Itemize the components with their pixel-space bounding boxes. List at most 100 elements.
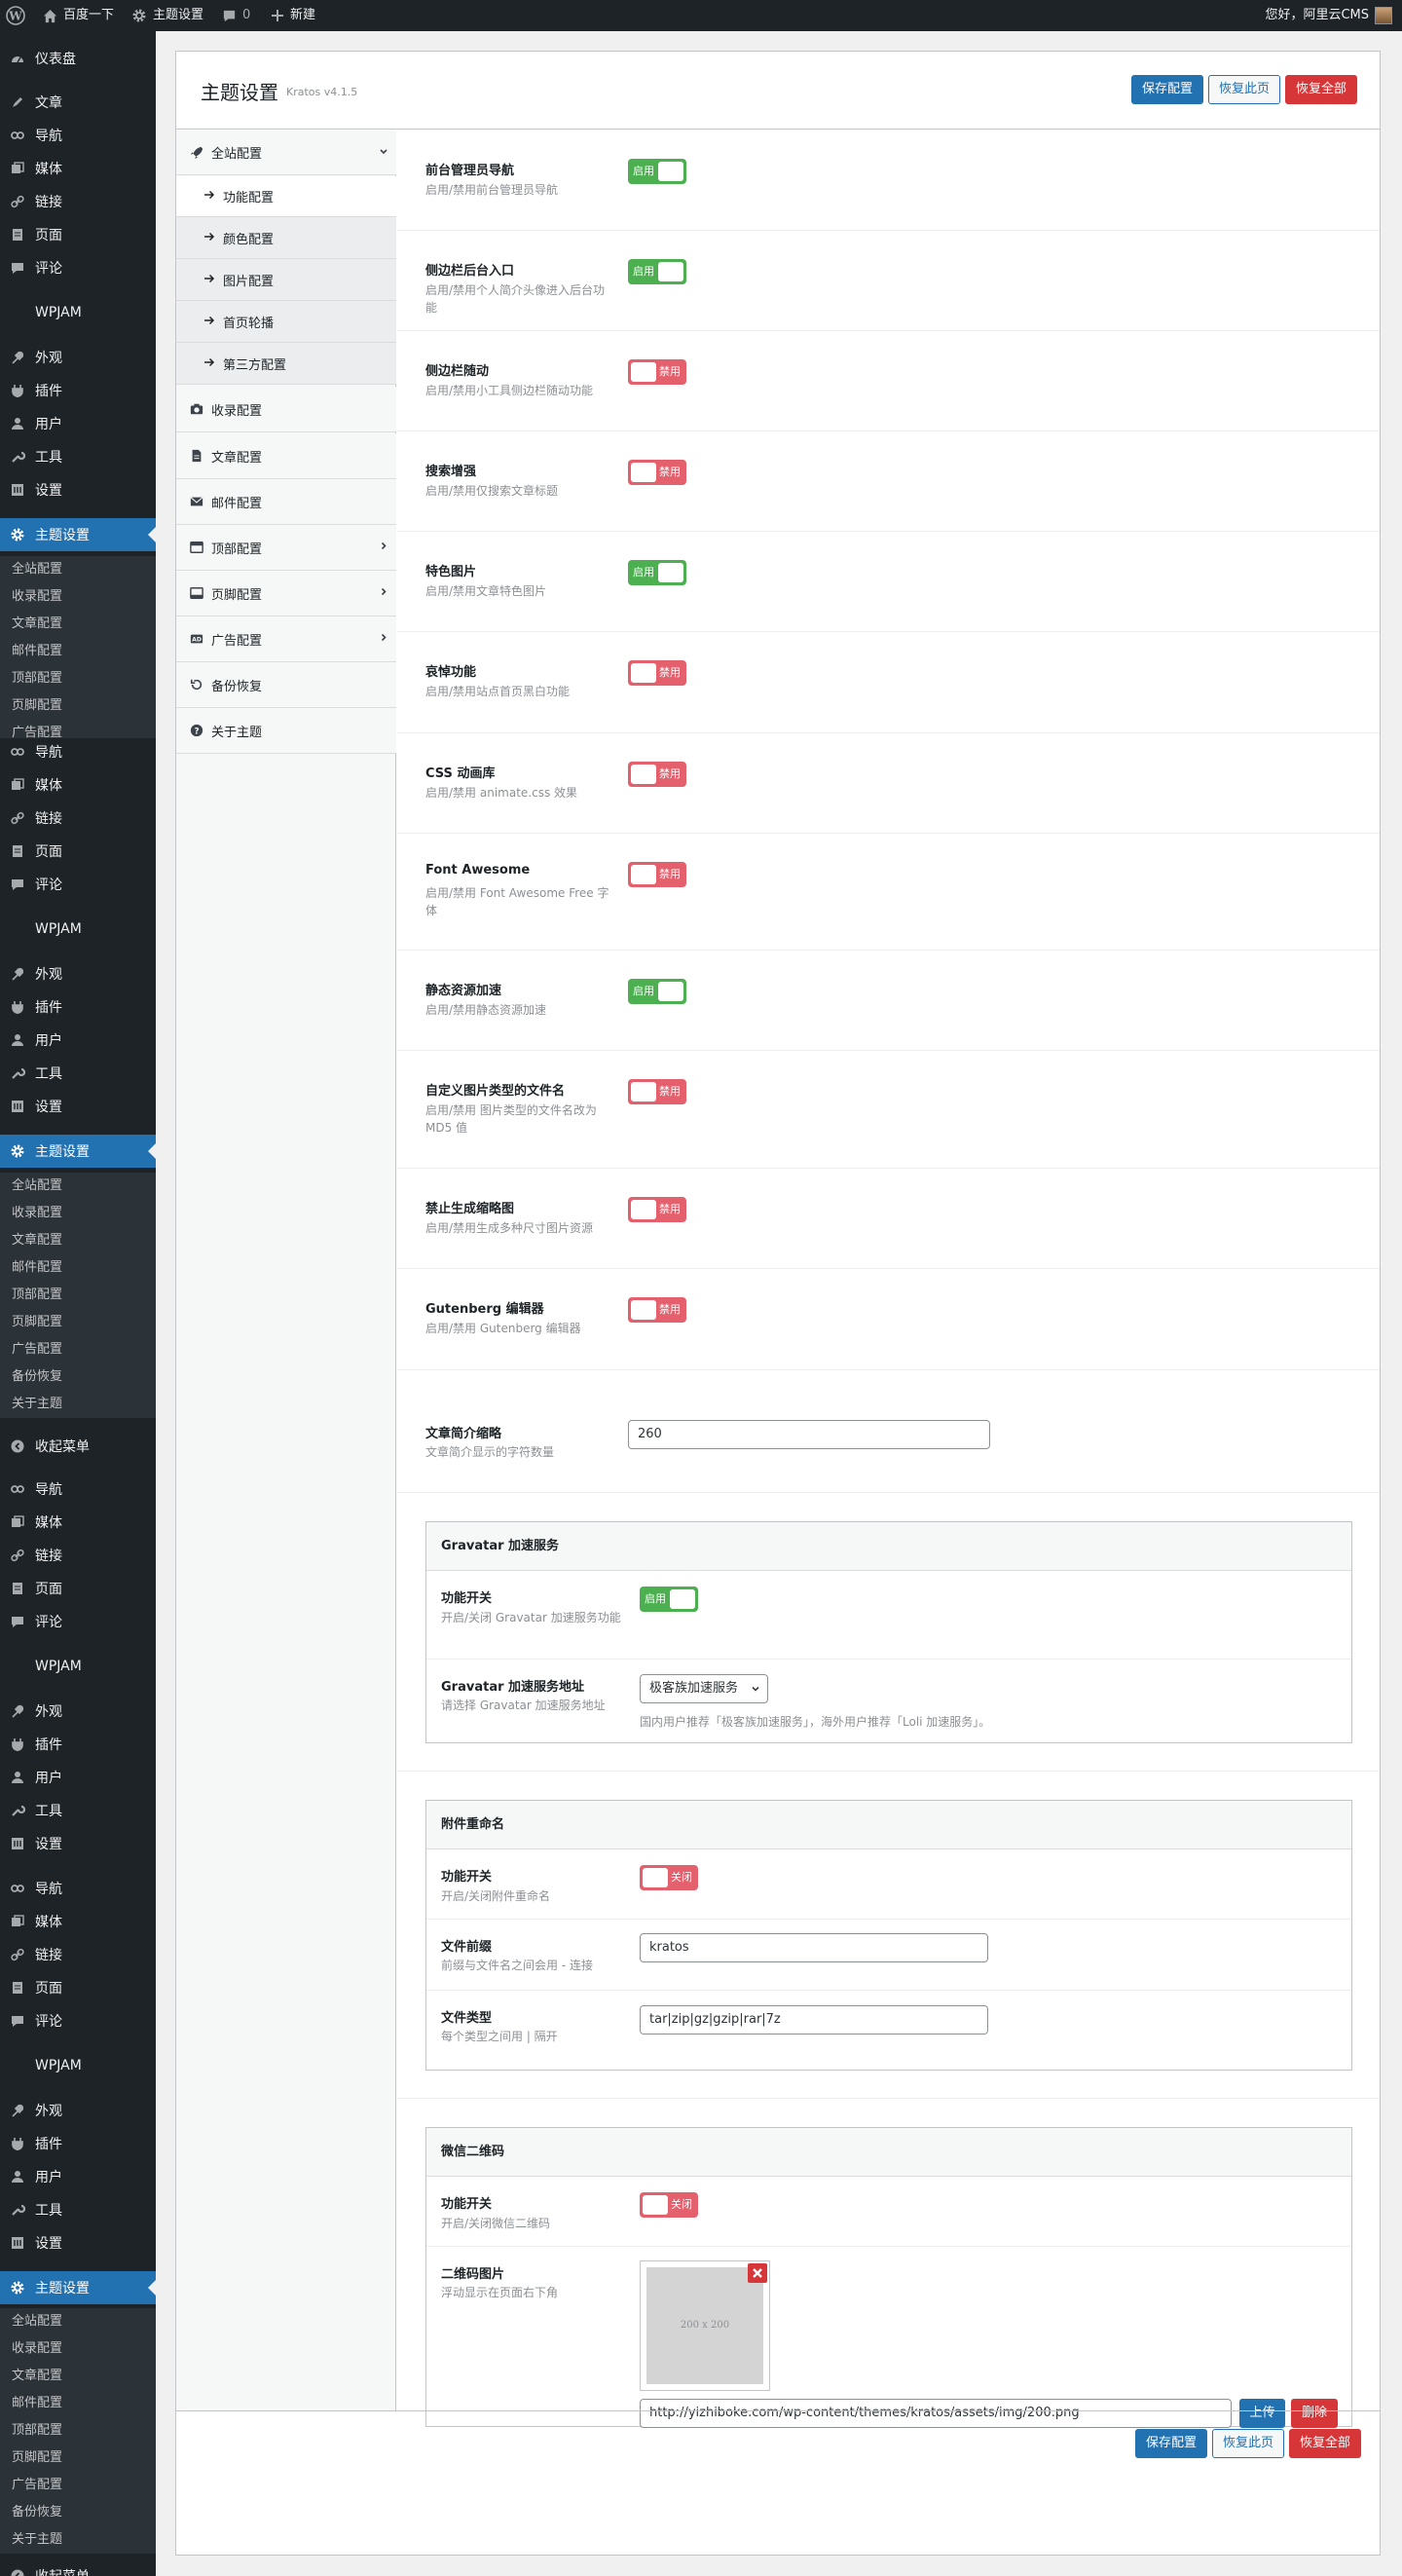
submenu-item[interactable]: 全站配置 [0, 1173, 156, 1200]
submenu-item[interactable]: 文章配置 [0, 1227, 156, 1254]
submenu-item[interactable]: 备份恢复 [0, 1363, 156, 1391]
sidebar-item-gear[interactable]: 主题设置 [0, 2271, 156, 2304]
sidebar-item-plugin[interactable]: 插件 [0, 2127, 156, 2160]
sidebar-item-settings[interactable]: 设置 [0, 473, 156, 506]
submenu-item[interactable]: 收录配置 [0, 2335, 156, 2363]
sidebar-item-link[interactable]: 链接 [0, 185, 156, 218]
submenu-item[interactable]: 邮件配置 [0, 638, 156, 665]
sidebar-item-wpjam[interactable]: WPJAM [0, 913, 156, 946]
nav-item-file[interactable]: 文章配置 [176, 433, 396, 479]
submenu-item[interactable]: 顶部配置 [0, 1282, 156, 1309]
rename-toggle[interactable]: 关闭 [640, 1865, 698, 1890]
submenu-item[interactable]: 顶部配置 [0, 2417, 156, 2445]
footer-reset-all-button[interactable]: 恢复全部 [1289, 2429, 1361, 2458]
setting-toggle[interactable]: 启用 [628, 259, 686, 284]
setting-toggle[interactable]: 禁用 [628, 660, 686, 686]
nav-item-camera[interactable]: 收录配置 [176, 387, 396, 432]
sidebar-item-wpjam[interactable]: WPJAM [0, 1650, 156, 1683]
submenu-item[interactable]: 收录配置 [0, 1200, 156, 1227]
sidebar-item-user[interactable]: 用户 [0, 407, 156, 440]
setting-toggle[interactable]: 启用 [628, 159, 686, 184]
sidebar-item-collapse[interactable]: 收起菜单 [0, 1430, 156, 1463]
nav-item-window[interactable]: 顶部配置 [176, 525, 396, 571]
submenu-item[interactable]: 全站配置 [0, 2308, 156, 2335]
sidebar-item-link[interactable]: 链接 [0, 1938, 156, 1971]
setting-toggle[interactable]: 禁用 [628, 359, 686, 385]
sidebar-item-page[interactable]: 页面 [0, 218, 156, 251]
nav-item-footer[interactable]: 页脚配置 [176, 571, 396, 616]
sidebar-item-media[interactable]: 媒体 [0, 1506, 156, 1539]
nav-subitem[interactable]: 功能配置 [176, 176, 396, 217]
adminbar-theme-link[interactable]: 主题设置 [131, 0, 203, 31]
setting-toggle[interactable]: 禁用 [628, 762, 686, 787]
submenu-item[interactable]: 页脚配置 [0, 2445, 156, 2472]
save-button[interactable]: 保存配置 [1131, 75, 1203, 104]
submenu-item[interactable]: 顶部配置 [0, 665, 156, 692]
adminbar-site-link[interactable]: 百度一下 [43, 0, 114, 31]
sidebar-item-media[interactable]: 媒体 [0, 152, 156, 185]
sidebar-item-media[interactable]: 媒体 [0, 1905, 156, 1938]
sidebar-item-tool[interactable]: 工具 [0, 1794, 156, 1827]
submenu-item[interactable]: 关于主题 [0, 2526, 156, 2554]
submenu-item[interactable]: 页脚配置 [0, 692, 156, 720]
submenu-item[interactable]: 文章配置 [0, 2363, 156, 2390]
prefix-input[interactable]: kratos [640, 1933, 988, 1962]
sidebar-item-wpjam[interactable]: WPJAM [0, 296, 156, 329]
nav-item-envelope[interactable]: 邮件配置 [176, 479, 396, 525]
sidebar-item-settings[interactable]: 设置 [0, 1827, 156, 1860]
sidebar-item-user[interactable]: 用户 [0, 1761, 156, 1794]
nav-subitem[interactable]: 第三方配置 [176, 343, 396, 385]
submenu-item[interactable]: 收录配置 [0, 583, 156, 611]
sidebar-item-comment[interactable]: 评论 [0, 251, 156, 284]
sidebar-item-comment[interactable]: 评论 [0, 2004, 156, 2037]
setting-toggle[interactable]: 禁用 [628, 862, 686, 887]
sidebar-item-appearance[interactable]: 外观 [0, 2094, 156, 2127]
setting-toggle[interactable]: 启用 [628, 560, 686, 585]
sidebar-item-comment[interactable]: 评论 [0, 1605, 156, 1638]
sidebar-item-dashboard[interactable]: 仪表盘 [0, 42, 156, 75]
sidebar-item-settings[interactable]: 设置 [0, 2226, 156, 2259]
footer-reset-page-button[interactable]: 恢复此页 [1212, 2429, 1284, 2458]
sidebar-item-link[interactable]: 链接 [0, 802, 156, 835]
sidebar-item-tool[interactable]: 工具 [0, 2193, 156, 2226]
footer-save-button[interactable]: 保存配置 [1135, 2429, 1207, 2458]
nav-item-question[interactable]: ? 关于主题 [176, 708, 396, 754]
sidebar-item-settings[interactable]: 设置 [0, 1090, 156, 1123]
submenu-item[interactable]: 邮件配置 [0, 2390, 156, 2417]
types-input[interactable]: tar|zip|gz|gzip|rar|7z [640, 2005, 988, 2035]
reset-all-button[interactable]: 恢复全部 [1285, 75, 1357, 104]
sidebar-item-nav[interactable]: 导航 [0, 1473, 156, 1506]
submenu-item[interactable]: 关于主题 [0, 1391, 156, 1418]
submenu-item[interactable]: 全站配置 [0, 556, 156, 583]
sidebar-item-post[interactable]: 文章 [0, 86, 156, 119]
submenu-item[interactable]: 文章配置 [0, 611, 156, 638]
gravatar-address-select[interactable]: 极客族加速服务 [640, 1674, 768, 1703]
nav-item-ad[interactable]: AD 广告配置 [176, 616, 396, 662]
sidebar-item-tool[interactable]: 工具 [0, 440, 156, 473]
excerpt-length-input[interactable]: 260 [628, 1420, 990, 1449]
submenu-item[interactable]: 广告配置 [0, 1336, 156, 1363]
nav-item-rocket[interactable]: 全站配置 [176, 131, 396, 175]
sidebar-item-plugin[interactable]: 插件 [0, 990, 156, 1024]
sidebar-item-page[interactable]: 页面 [0, 1971, 156, 2004]
close-icon[interactable] [748, 2263, 767, 2283]
reset-page-button[interactable]: 恢复此页 [1208, 75, 1280, 104]
nav-item-history[interactable]: 备份恢复 [176, 662, 396, 708]
adminbar-new[interactable]: 新建 [271, 0, 315, 31]
sidebar-item-user[interactable]: 用户 [0, 1024, 156, 1057]
wordpress-logo-icon[interactable]: W [6, 0, 25, 31]
sidebar-item-appearance[interactable]: 外观 [0, 341, 156, 374]
sidebar-item-plugin[interactable]: 插件 [0, 374, 156, 407]
sidebar-item-appearance[interactable]: 外观 [0, 1695, 156, 1728]
sidebar-item-collapse[interactable]: 收起菜单 [0, 2559, 156, 2576]
setting-toggle[interactable]: 禁用 [628, 1197, 686, 1222]
sidebar-item-user[interactable]: 用户 [0, 2160, 156, 2193]
sidebar-item-page[interactable]: 页面 [0, 835, 156, 868]
submenu-item[interactable]: 页脚配置 [0, 1309, 156, 1336]
nav-subitem[interactable]: 首页轮播 [176, 301, 396, 343]
gravatar-toggle[interactable]: 启用 [640, 1587, 698, 1612]
sidebar-item-wpjam[interactable]: WPJAM [0, 2049, 156, 2082]
sidebar-item-tool[interactable]: 工具 [0, 1057, 156, 1090]
sidebar-item-gear[interactable]: 主题设置 [0, 518, 156, 551]
setting-toggle[interactable]: 禁用 [628, 460, 686, 485]
